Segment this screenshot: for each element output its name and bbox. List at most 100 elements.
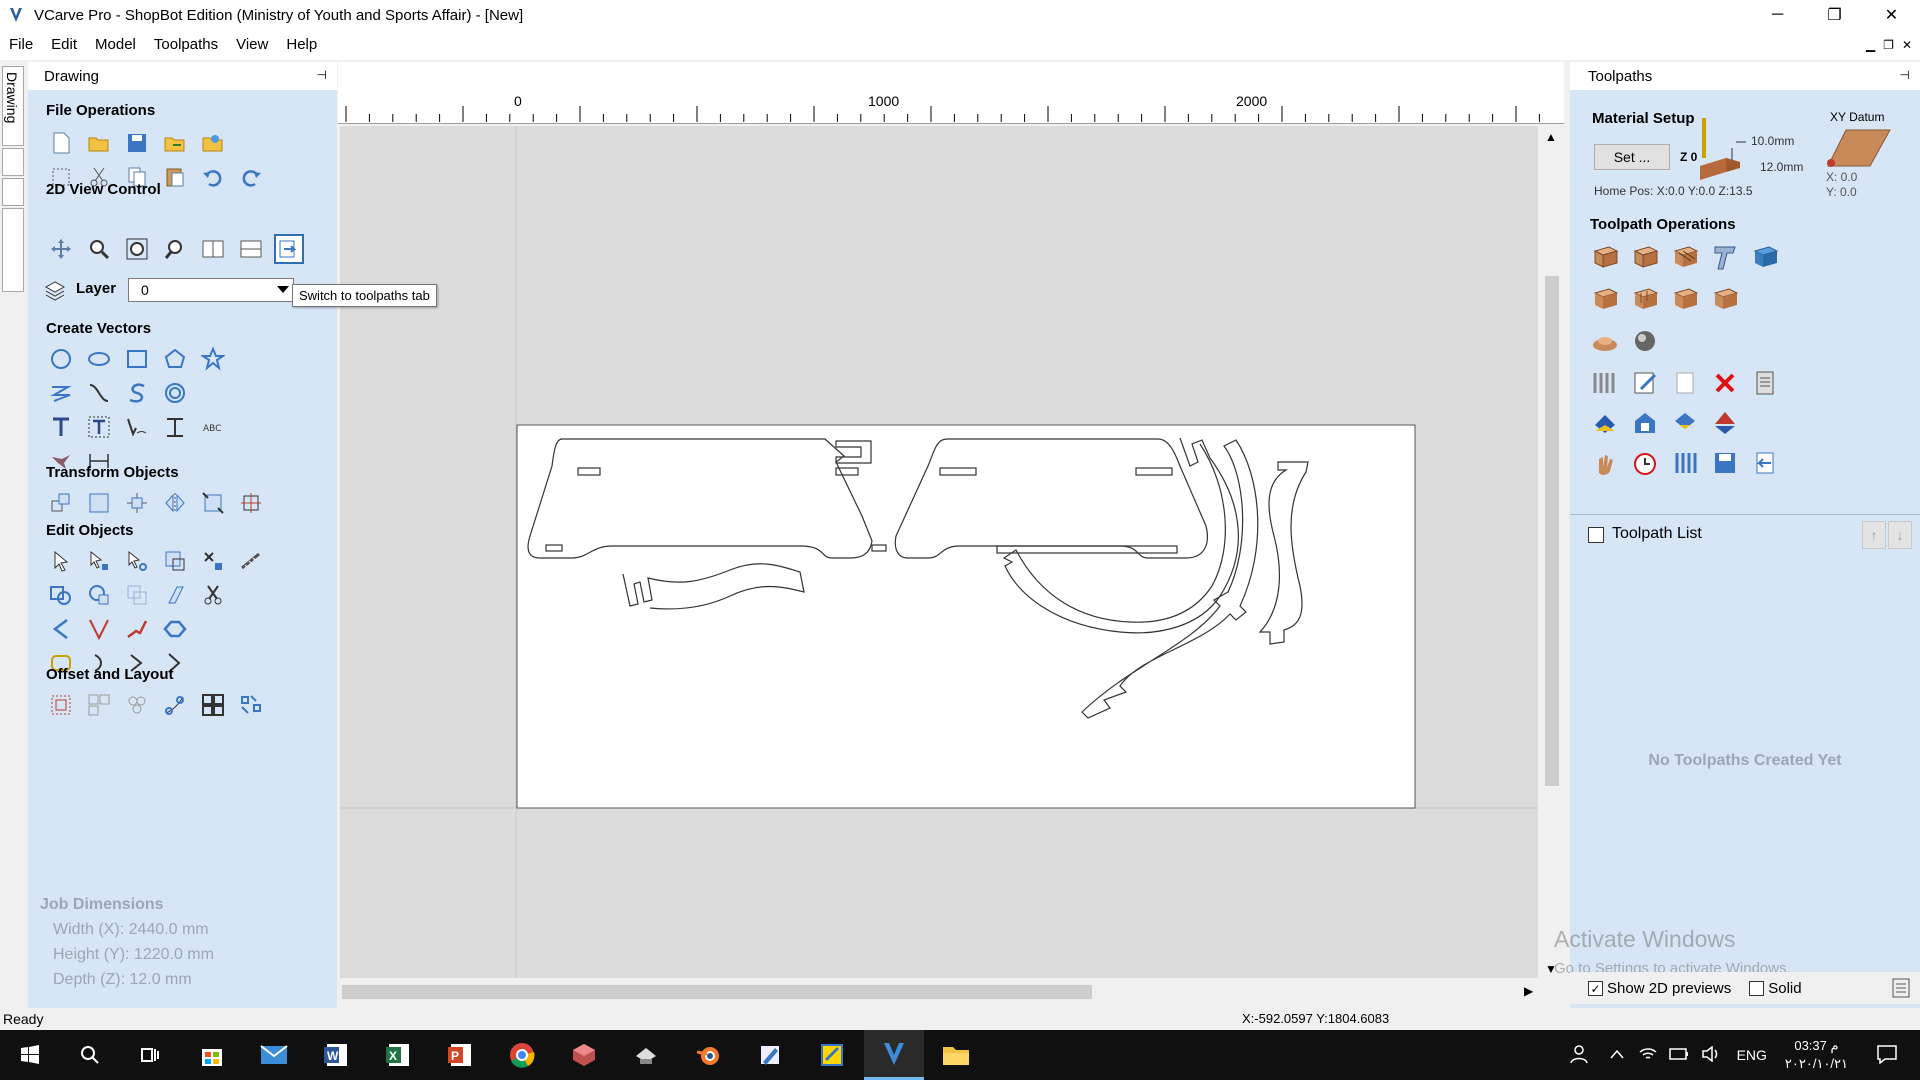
app-yellow-icon[interactable] xyxy=(802,1030,862,1080)
paste-icon[interactable] xyxy=(160,162,190,192)
minimize-button[interactable]: ─ xyxy=(1749,0,1806,30)
menu-view[interactable]: View xyxy=(227,30,277,60)
side-tab-3[interactable] xyxy=(2,178,24,206)
fluting-toolpath-icon[interactable] xyxy=(1630,284,1660,314)
block-copy-icon[interactable] xyxy=(198,690,228,720)
import-vectors-icon[interactable] xyxy=(160,128,190,158)
side-tab-2[interactable] xyxy=(2,148,24,176)
job-summary-icon[interactable] xyxy=(1750,368,1780,398)
arc-text-icon[interactable]: ABC xyxy=(198,412,228,442)
move-icon[interactable] xyxy=(46,488,76,518)
move-down-button[interactable]: ↓ xyxy=(1888,521,1912,549)
file-explorer-icon[interactable] xyxy=(926,1030,986,1080)
nest-parts-icon[interactable] xyxy=(236,690,266,720)
vertical-scroll-thumb[interactable] xyxy=(1545,276,1559,786)
scroll-right-icon[interactable]: ▶ xyxy=(1524,984,1533,998)
powerpoint-icon[interactable]: P xyxy=(430,1030,490,1080)
zoom-out-icon[interactable] xyxy=(160,234,190,264)
pin-icon[interactable]: ⊣ xyxy=(317,68,327,82)
quick-engrave-icon[interactable] xyxy=(1710,284,1740,314)
array-copy-icon[interactable] xyxy=(122,690,152,720)
switch-to-drawing-icon[interactable] xyxy=(1750,448,1780,478)
menu-model[interactable]: Model xyxy=(86,30,145,60)
mdi-minimize-button[interactable]: ▁ xyxy=(1866,38,1875,52)
align-icon[interactable] xyxy=(84,488,114,518)
delete-toolpath-icon[interactable] xyxy=(1710,368,1740,398)
fingerprint-icon[interactable] xyxy=(160,378,190,408)
selection-tools-icon[interactable] xyxy=(198,546,228,576)
open-file-icon[interactable] xyxy=(84,128,114,158)
rectangle-icon[interactable] xyxy=(122,344,152,374)
inlay-toolpath-icon[interactable] xyxy=(1750,242,1780,272)
nesting-icon[interactable] xyxy=(84,690,114,720)
drawing-viewport[interactable] xyxy=(340,126,1538,978)
solid-option[interactable]: Solid xyxy=(1749,980,1802,997)
text-on-curve-icon[interactable] xyxy=(122,412,152,442)
close-button[interactable]: ✕ xyxy=(1863,0,1920,30)
horizontal-scrollbar[interactable]: ▶ xyxy=(338,980,1546,1004)
pan-icon[interactable] xyxy=(46,234,76,264)
star-icon[interactable] xyxy=(198,344,228,374)
zoom-extents-icon[interactable] xyxy=(122,234,152,264)
polyline-icon[interactable] xyxy=(46,378,76,408)
prism-toolpath-icon[interactable] xyxy=(1590,284,1620,314)
edit-toolpath-icon[interactable] xyxy=(1630,368,1660,398)
close-vectors-icon[interactable] xyxy=(160,614,190,644)
scroll-up-icon[interactable]: ▲ xyxy=(1545,130,1557,144)
search-icon[interactable] xyxy=(60,1030,120,1080)
calculator-icon[interactable] xyxy=(1892,978,1910,1002)
subtract-icon[interactable] xyxy=(84,580,114,610)
drilling-toolpath-icon[interactable] xyxy=(1670,242,1700,272)
clock[interactable]: 03:37 م ٢٠٢٠/١٠/٢١ xyxy=(1785,1037,1848,1073)
app-hat-icon[interactable] xyxy=(616,1030,676,1080)
fillet-icon[interactable] xyxy=(46,614,76,644)
show-previews-option[interactable]: ✓ Show 2D previews xyxy=(1588,980,1731,997)
trim-icon[interactable] xyxy=(198,580,228,610)
save-toolpath-icon[interactable] xyxy=(1710,448,1740,478)
mirror-icon[interactable] xyxy=(160,488,190,518)
store-icon[interactable] xyxy=(182,1030,242,1080)
polygon-icon[interactable] xyxy=(160,344,190,374)
zoom-box-icon[interactable] xyxy=(84,234,114,264)
auto-layout-text-icon[interactable] xyxy=(160,412,190,442)
text-box-icon[interactable] xyxy=(84,412,114,442)
vcarve-taskbar-icon[interactable] xyxy=(864,1030,924,1080)
save-icon[interactable] xyxy=(122,128,152,158)
app-red-cube-icon[interactable] xyxy=(554,1030,614,1080)
app-blue-pen-icon[interactable] xyxy=(740,1030,800,1080)
circle-icon[interactable] xyxy=(46,344,76,374)
task-view-icon[interactable] xyxy=(120,1030,180,1080)
wifi-icon[interactable] xyxy=(1639,1046,1657,1065)
intersect-icon[interactable] xyxy=(122,580,152,610)
v-carve-toolpath-icon[interactable] xyxy=(1710,242,1740,272)
center-icon[interactable] xyxy=(122,488,152,518)
hand-icon[interactable] xyxy=(1590,448,1620,478)
interactive-select-icon[interactable] xyxy=(160,546,190,576)
copy-along-vectors-icon[interactable] xyxy=(160,690,190,720)
mail-icon[interactable] xyxy=(244,1030,304,1080)
join-vectors-icon[interactable] xyxy=(122,614,152,644)
overlap-icon[interactable] xyxy=(160,580,190,610)
time-estimate-icon[interactable] xyxy=(1630,448,1660,478)
view-layout-icon[interactable] xyxy=(236,234,266,264)
material-simulation-icon[interactable] xyxy=(1670,448,1700,478)
import-bitmap-icon[interactable] xyxy=(198,128,228,158)
node-edit-icon[interactable] xyxy=(84,546,114,576)
chrome-icon[interactable] xyxy=(492,1030,552,1080)
vertical-scrollbar[interactable]: ▲ ▼ xyxy=(1541,126,1563,978)
preview-all-icon[interactable] xyxy=(1630,408,1660,438)
text-icon[interactable] xyxy=(46,412,76,442)
set-origin-icon[interactable] xyxy=(236,488,266,518)
pocket-toolpath-icon[interactable] xyxy=(1630,242,1660,272)
redo-icon[interactable] xyxy=(236,162,266,192)
ellipse-icon[interactable] xyxy=(84,344,114,374)
notifications-icon[interactable] xyxy=(1876,1044,1898,1067)
language-indicator[interactable]: ENG xyxy=(1737,1047,1767,1063)
chevron-up-icon[interactable] xyxy=(1609,1047,1625,1063)
measure-icon[interactable] xyxy=(236,546,266,576)
texture-toolpath-icon[interactable] xyxy=(1670,284,1700,314)
toolpath-list-checkbox[interactable] xyxy=(1588,527,1604,543)
menu-toolpaths[interactable]: Toolpaths xyxy=(145,30,227,60)
menu-help[interactable]: Help xyxy=(277,30,326,60)
start-button[interactable] xyxy=(0,1030,60,1080)
